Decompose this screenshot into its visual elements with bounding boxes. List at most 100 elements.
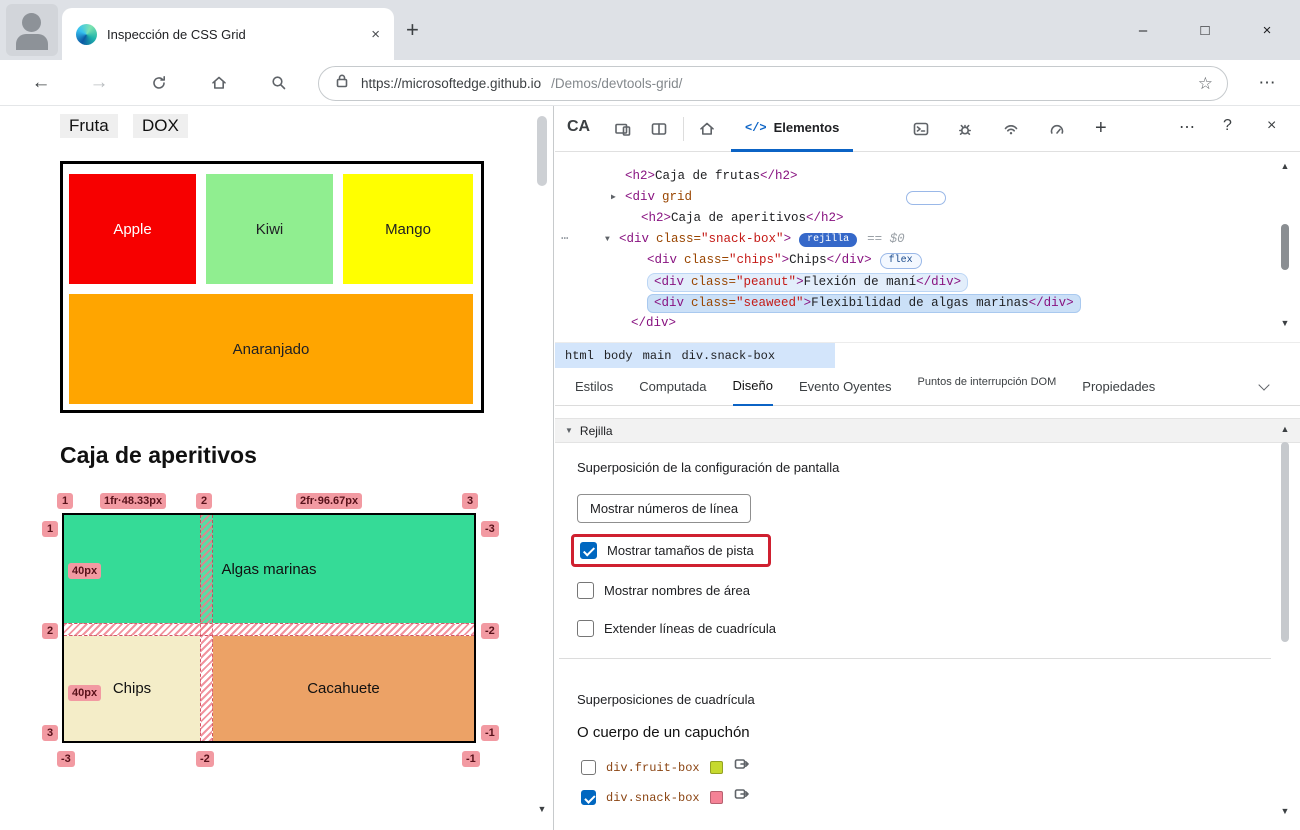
grid-line-label: 2 xyxy=(196,493,212,509)
show-element-icon[interactable] xyxy=(733,756,751,779)
devtools-close-icon[interactable]: × xyxy=(1267,117,1276,135)
breadcrumb-main[interactable]: main xyxy=(643,349,672,363)
flex-badge[interactable]: flex xyxy=(880,253,922,269)
grid-line-label: 1 xyxy=(42,521,58,537)
rejilla-section-header[interactable]: ▼ Rejilla xyxy=(555,418,1300,443)
welcome-home-icon[interactable] xyxy=(697,119,717,139)
scroll-down-icon[interactable]: ▼ xyxy=(535,804,549,814)
code-icon: </> xyxy=(745,121,767,135)
tab-propiedades[interactable]: Propiedades xyxy=(1082,368,1155,406)
home-icon[interactable] xyxy=(208,72,230,94)
show-element-icon[interactable] xyxy=(733,786,751,809)
show-line-numbers-button[interactable]: Mostrar números de línea xyxy=(577,494,751,523)
grid-line-label: -3 xyxy=(481,521,499,537)
person-icon-body xyxy=(16,34,48,50)
minimize-button[interactable]: – xyxy=(1120,0,1166,60)
breadcrumb-html[interactable]: html xyxy=(565,349,594,363)
back-icon[interactable]: ← xyxy=(30,72,52,94)
breadcrumb-snack-box[interactable]: div.snack-box xyxy=(681,349,775,363)
tag-close: </div> xyxy=(916,275,961,289)
dom-node-snack-box[interactable]: ⋯ ▼ <divclass="snack-box"> rejilla == $0 xyxy=(561,231,905,248)
favorite-star-icon[interactable]: ☆ xyxy=(1198,74,1213,94)
chevron-down-icon[interactable] xyxy=(1258,379,1269,390)
profile-avatar[interactable] xyxy=(6,4,58,56)
tab-puntos-interrupcion[interactable]: Puntos de interrupción DOM xyxy=(917,376,1056,388)
snack-box-color-swatch[interactable] xyxy=(710,791,723,804)
area-names-checkbox[interactable] xyxy=(577,582,594,599)
snack-box-heading: Caja de aperitivos xyxy=(60,442,257,469)
node-text: Flexibilidad de algas marinas xyxy=(811,296,1029,310)
page-scrollbar-thumb[interactable] xyxy=(537,116,547,186)
tag-open: <h2> xyxy=(625,168,655,185)
help-icon[interactable]: ? xyxy=(1223,117,1232,135)
extend-lines-checkbox[interactable] xyxy=(577,620,594,637)
layout-scrollbar-thumb[interactable] xyxy=(1281,442,1289,642)
tab-close-icon[interactable]: × xyxy=(371,26,380,43)
devtools-more-menu-icon[interactable]: ⋯ xyxy=(1179,117,1195,137)
node-menu-icon[interactable]: ⋯ xyxy=(561,231,605,248)
maximize-button[interactable]: □ xyxy=(1182,0,1228,60)
browser-menu-icon[interactable]: ⋯ xyxy=(1256,72,1278,94)
split-screen-icon[interactable] xyxy=(649,119,669,139)
snack-box-selector: div.snack-box xyxy=(606,791,700,805)
network-wifi-icon[interactable] xyxy=(1001,119,1021,139)
scroll-up-icon[interactable]: ▲ xyxy=(1278,424,1292,434)
tab-diseno[interactable]: Diseño xyxy=(733,368,773,406)
grid-line-label: 2 xyxy=(42,623,58,639)
new-tab-button[interactable]: + xyxy=(406,17,419,43)
attr-eq: = xyxy=(694,231,702,248)
dom-node-peanut[interactable]: <divclass="peanut">Flexión de maní</div> xyxy=(647,273,968,292)
dom-node-seaweed-selected[interactable]: <divclass="seaweed">Flexibilidad de alga… xyxy=(647,294,1081,313)
debugger-bug-icon[interactable] xyxy=(955,119,975,139)
tab-computada[interactable]: Computada xyxy=(639,368,706,406)
dom-scrollbar-thumb[interactable] xyxy=(1281,224,1289,270)
edge-logo-icon xyxy=(76,24,97,45)
fruit-orange: Anaranjado xyxy=(69,294,473,404)
dom-node-close-div[interactable]: </div> xyxy=(631,315,676,332)
rejilla-badge[interactable]: rejilla xyxy=(799,233,857,247)
dom-node-h2-aperitivos[interactable]: <h2>Caja de aperitivos</h2> xyxy=(641,210,844,227)
fruit-box-checkbox[interactable] xyxy=(581,760,596,775)
grid-badge-outline[interactable] xyxy=(906,191,946,205)
browser-window: Inspección de CSS Grid × + – □ × ← → htt… xyxy=(0,0,1300,830)
breadcrumb-body[interactable]: body xyxy=(604,349,633,363)
extend-lines-row: Extender líneas de cuadrícula xyxy=(577,620,776,637)
scroll-down-icon[interactable]: ▼ xyxy=(1278,806,1292,816)
hovered-node-highlight: <divclass="peanut">Flexión de maní</div> xyxy=(647,273,968,292)
fruit-apple: Apple xyxy=(69,174,196,284)
dom-node-chips[interactable]: <divclass="chips">Chips</div> flex xyxy=(647,252,922,269)
tab-elementos[interactable]: </> Elementos xyxy=(731,106,853,152)
fruit-box-selector: div.fruit-box xyxy=(606,761,700,775)
ca-label: CA xyxy=(567,118,590,136)
grid-track-size-label: 2fr·96.67px xyxy=(296,493,362,509)
tab-evento-oyentes[interactable]: Evento Oyentes xyxy=(799,368,892,406)
grid-line-label: -2 xyxy=(196,751,214,767)
page-tab-dox[interactable]: DOX xyxy=(133,114,188,138)
window-close-button[interactable]: × xyxy=(1244,0,1290,60)
search-icon[interactable] xyxy=(268,72,290,94)
snack-box-checkbox[interactable] xyxy=(581,790,596,805)
dom-node-h2-frutas[interactable]: <h2>Caja de frutas</h2> xyxy=(625,168,798,185)
device-emulation-icon[interactable] xyxy=(613,119,633,139)
tree-expanded-icon[interactable]: ▼ xyxy=(605,231,619,248)
fruit-box-color-swatch[interactable] xyxy=(710,761,723,774)
tree-collapsed-icon[interactable]: ▶ xyxy=(611,189,625,206)
more-tools-plus-icon[interactable]: + xyxy=(1095,117,1107,140)
forward-icon[interactable]: → xyxy=(88,72,110,94)
dom-node-div-grid[interactable]: ▶ <divgrid xyxy=(611,189,946,206)
tab-estilos[interactable]: Estilos xyxy=(575,368,613,406)
tag-gt: > xyxy=(804,296,812,310)
attr-name: class xyxy=(684,252,722,269)
address-bar[interactable]: https://microsoftedge.github.io/Demos/de… xyxy=(318,66,1228,101)
console-icon[interactable] xyxy=(911,119,931,139)
refresh-icon[interactable] xyxy=(148,72,170,94)
scroll-up-icon[interactable]: ▲ xyxy=(1278,161,1292,171)
url-host: https://microsoftedge.github.io xyxy=(361,76,541,91)
dom-tree: <h2>Caja de frutas</h2> ▶ <divgrid <h2>C… xyxy=(555,152,1277,342)
tag-open: <div xyxy=(654,296,684,310)
browser-tab[interactable]: Inspección de CSS Grid × xyxy=(62,8,394,60)
track-sizes-checkbox[interactable] xyxy=(580,542,597,559)
page-tab-fruta[interactable]: Fruta xyxy=(60,114,118,138)
scroll-down-icon[interactable]: ▼ xyxy=(1278,318,1292,328)
performance-gauge-icon[interactable] xyxy=(1047,119,1067,139)
